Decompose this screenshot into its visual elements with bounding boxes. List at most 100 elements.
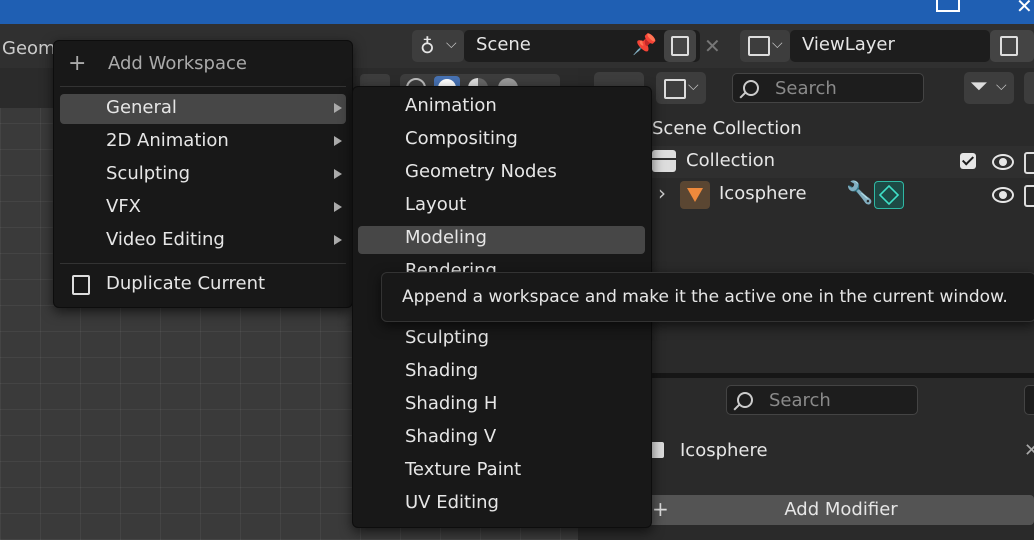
outliner-row-collection[interactable]: Collection [648, 146, 1034, 178]
tooltip-text: Append a workspace and make it the activ… [402, 287, 1008, 307]
wrench-icon[interactable]: 🔧 [846, 181, 873, 206]
menu-item-label: Duplicate Current [106, 273, 266, 294]
scene-browse-button[interactable]: ♁ ⌵ [412, 30, 464, 62]
pin-icon[interactable]: 📌 [632, 32, 657, 56]
delete-scene-icon[interactable]: ✕ [704, 34, 721, 58]
search-icon [743, 80, 759, 96]
workspace-tab-geometry[interactable]: Geom [2, 38, 56, 59]
plus-icon: + [68, 51, 87, 76]
camera-icon[interactable] [1024, 185, 1034, 207]
menu-item-label: Shading H [405, 393, 498, 414]
submenu-arrow-icon [334, 103, 342, 113]
duplicate-icon [72, 275, 90, 295]
menu-item-label: Compositing [405, 128, 518, 149]
close-panel-icon[interactable]: ✕ [1024, 440, 1034, 461]
chevron-down-icon: ⌵ [688, 78, 699, 94]
tooltip: Append a workspace and make it the activ… [381, 272, 1034, 322]
menu-item-label: General [106, 97, 177, 118]
properties-object-name: Icosphere [680, 440, 768, 461]
submenu-item-texture-paint[interactable]: Texture Paint [353, 455, 651, 488]
chevron-right-icon[interactable]: › [658, 181, 666, 205]
view-layer-name-field[interactable]: ViewLayer [790, 30, 990, 62]
menu-item-general[interactable]: General [54, 93, 352, 126]
view-layer-browse-button[interactable]: ⌵ [740, 30, 790, 62]
copy-icon [671, 36, 689, 56]
image-stack-icon [748, 36, 770, 56]
submenu-item-shading-v[interactable]: Shading V [353, 422, 651, 455]
menu-item-sculpting[interactable]: Sculpting [54, 159, 352, 192]
search-placeholder: Search [769, 390, 831, 411]
menu-item-label: Modeling [405, 227, 487, 248]
maximize-icon[interactable] [936, 0, 960, 12]
object-data-icon [650, 442, 664, 458]
menu-item-label: Texture Paint [405, 459, 522, 480]
menu-item-label: UV Editing [405, 492, 499, 513]
chevron-down-icon: ⌵ [996, 78, 1007, 94]
add-modifier-label: Add Modifier [784, 499, 898, 520]
submenu-item-compositing[interactable]: Compositing [353, 124, 651, 157]
menu-item-label: Layout [405, 194, 467, 215]
menu-separator [60, 86, 346, 87]
image-stack-icon [664, 79, 686, 99]
menu-item-label: 2D Animation [106, 130, 229, 151]
new-scene-button[interactable] [664, 30, 696, 62]
submenu-item-shading-h[interactable]: Shading H [353, 389, 651, 422]
submenu-item-layout[interactable]: Layout [353, 190, 651, 223]
search-placeholder: Search [775, 78, 837, 99]
menu-item-label: Sculpting [405, 327, 490, 348]
add-modifier-button[interactable]: + Add Modifier [648, 495, 1034, 525]
collection-box-icon [652, 150, 676, 172]
collection-name: Collection [686, 150, 776, 171]
submenu-arrow-icon [334, 169, 342, 179]
chevron-down-icon: ⌵ [446, 36, 457, 52]
chevron-down-icon: ⌵ [772, 36, 783, 52]
submenu-arrow-icon [334, 136, 342, 146]
properties-search-input[interactable]: Search [726, 385, 918, 415]
menu-item-label: VFX [106, 196, 141, 217]
title-bar: ✕ [0, 0, 1034, 24]
object-name: Icosphere [719, 183, 807, 204]
mesh-object-icon [680, 181, 710, 209]
copy-icon [1000, 36, 1018, 56]
submenu-item-animation[interactable]: Animation [353, 91, 651, 124]
eye-icon[interactable] [992, 187, 1014, 203]
menu-item-2d-animation[interactable]: 2D Animation [54, 126, 352, 159]
menu-item-label: Shading [405, 360, 479, 381]
outliner-row-icosphere[interactable]: › Icosphere 🔧 [648, 179, 1034, 211]
new-view-layer-button[interactable] [990, 30, 1034, 62]
scene-name: Scene [476, 34, 531, 55]
submenu-item-geometry-nodes[interactable]: Geometry Nodes [353, 157, 651, 190]
submenu-item-uv-editing[interactable]: UV Editing [353, 488, 651, 521]
filter-button[interactable]: ⏷ ⌵ [964, 72, 1014, 104]
menu-item-label: Geometry Nodes [405, 161, 557, 182]
submenu-arrow-icon [334, 202, 342, 212]
menu-item-vfx[interactable]: VFX [54, 192, 352, 225]
menu-item-label: Animation [405, 95, 497, 116]
submenu-item-shading[interactable]: Shading [353, 356, 651, 389]
mesh-data-icon[interactable] [874, 181, 904, 209]
search-icon [737, 392, 753, 408]
new-collection-button[interactable] [1024, 72, 1034, 104]
menu-item-label: Sculpting [106, 163, 191, 184]
menu-item-duplicate-current[interactable]: Duplicate Current [54, 269, 352, 302]
scene-collection-label: Scene Collection [652, 118, 802, 139]
submenu-arrow-icon [334, 235, 342, 245]
submenu-item-sculpting[interactable]: Sculpting [353, 323, 651, 356]
menu-item-video-editing[interactable]: Video Editing [54, 225, 352, 258]
display-mode-button[interactable]: ⌵ [656, 72, 706, 104]
menu-item-label: Shading V [405, 426, 497, 447]
view-layer-name: ViewLayer [802, 34, 895, 55]
submenu-item-modeling[interactable]: Modeling [353, 223, 651, 256]
menu-separator [60, 263, 346, 264]
menu-item-label: Video Editing [106, 229, 225, 250]
close-window-icon[interactable]: ✕ [1016, 0, 1033, 18]
eye-icon[interactable] [992, 154, 1014, 170]
pin-button[interactable] [1024, 385, 1034, 415]
scene-icon: ♁ [420, 34, 435, 58]
outliner-search-input[interactable]: Search [732, 73, 924, 103]
menu-title: Add Workspace [108, 53, 247, 74]
add-workspace-menu: + Add Workspace General 2D Animation Scu… [53, 40, 353, 308]
exclude-checkbox[interactable] [960, 153, 976, 169]
camera-icon[interactable] [1024, 152, 1034, 174]
filter-icon: ⏷ [970, 74, 988, 99]
